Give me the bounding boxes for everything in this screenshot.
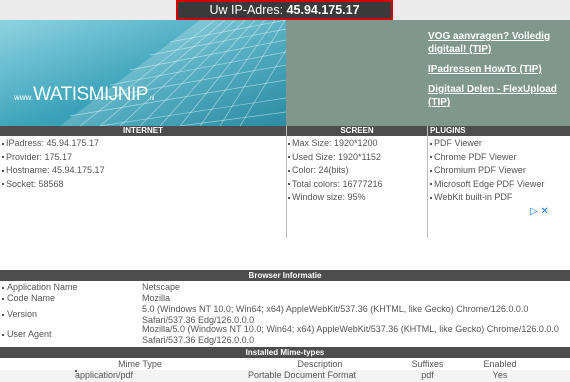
list-item: Microsoft Edge PDF Viewer xyxy=(430,178,544,192)
mime-enabled-cell: Yes xyxy=(492,370,508,380)
mime-suffix-cell: pdf xyxy=(421,370,434,380)
table-row: Application Name Netscape xyxy=(0,282,570,293)
row-value: 5.0 (Windows NT 10.0; Win64; x64) AppleW… xyxy=(142,304,529,325)
mime-type-cell: application/pdf xyxy=(75,370,134,380)
list-item: Hostname: 45.94.175.17 xyxy=(2,164,105,178)
row-key: Application Name xyxy=(7,282,78,292)
ip-label: Uw IP-Adres: xyxy=(209,3,284,17)
internet-header: INTERNET xyxy=(0,126,286,136)
link-ip-howto[interactable]: IPadressen HowTo (TIP) xyxy=(428,63,570,76)
list-item: WebKit built-in PDF xyxy=(430,191,544,205)
list-item: Color: 24(bits) xyxy=(288,164,383,178)
table-row: Code Name Mozilla xyxy=(0,293,570,304)
ip-address-banner: Uw IP-Adres: 45.94.175.17 xyxy=(176,0,393,20)
list-item: Window size: 95% xyxy=(288,191,383,205)
list-item: Socket: 58568 xyxy=(2,178,105,192)
list-item: PDF Viewer xyxy=(430,137,544,151)
column-header: Enabled xyxy=(483,359,517,369)
column-divider xyxy=(427,126,428,238)
internet-list: IPadress: 45.94.175.17 Provider: 175.17 … xyxy=(2,137,105,191)
list-item: IPadress: 45.94.175.17 xyxy=(2,137,105,151)
building-graphic-icon xyxy=(60,20,286,126)
logo-name: WATISMIJNIP xyxy=(33,84,148,105)
row-key: User Agent xyxy=(7,329,52,339)
column-divider xyxy=(286,126,287,238)
list-item: Chromium PDF Viewer xyxy=(430,164,544,178)
browser-info-header: Browser Informatie xyxy=(0,270,570,281)
link-vog[interactable]: VOG aanvragen? Volledig digitaal! (TIP) xyxy=(428,30,570,56)
row-key: Code Name xyxy=(7,293,56,303)
table-row: User Agent Mozilla/5.0 (Windows NT 10.0;… xyxy=(0,324,570,345)
tip-links: VOG aanvragen? Volledig digitaal! (TIP) … xyxy=(428,30,570,116)
table-row: Version 5.0 (Windows NT 10.0; Win64; x64… xyxy=(0,304,570,325)
plugins-header: PLUGINS xyxy=(428,126,570,136)
row-key: Version xyxy=(7,309,38,319)
list-item: Used Size: 1920*1152 xyxy=(288,151,383,165)
row-value: Mozilla/5.0 (Windows NT 10.0; Win64; x64… xyxy=(142,324,559,345)
table-row: application/pdf Portable Document Format… xyxy=(0,370,570,382)
hero-image: www.WATISMIJNIP.nl xyxy=(0,20,286,126)
row-value: Netscape xyxy=(142,282,181,292)
top-bar: Uw IP-Adres: 45.94.175.17 xyxy=(0,0,570,20)
screen-header: SCREEN xyxy=(287,126,427,136)
plugins-list: PDF Viewer Chrome PDF Viewer Chromium PD… xyxy=(430,137,544,205)
column-header: Mime Type xyxy=(118,359,162,369)
list-item: Provider: 175.17 xyxy=(2,151,105,165)
screen-list: Max Size: 1920*1200 Used Size: 1920*1152… xyxy=(288,137,383,205)
site-logo[interactable]: www.WATISMIJNIP.nl xyxy=(14,84,154,106)
row-value: Mozilla xyxy=(142,293,171,303)
ad-choices-icon[interactable]: ▷ ✕ xyxy=(530,206,549,217)
mime-types-header: Installed Mime-types xyxy=(0,347,570,358)
list-item: Total colors: 16777216 xyxy=(288,178,383,192)
list-item: Max Size: 1920*1200 xyxy=(288,137,383,151)
mime-column-headers: Mime Type Description Suffixes Enabled xyxy=(0,359,570,370)
logo-tld: .nl xyxy=(147,96,155,102)
column-header: Description xyxy=(297,359,343,369)
list-item: Chrome PDF Viewer xyxy=(430,151,544,165)
ip-value: 45.94.175.17 xyxy=(286,3,360,17)
column-header: Suffixes xyxy=(411,359,444,369)
mime-description-cell: Portable Document Format xyxy=(248,370,357,380)
logo-www: www. xyxy=(14,93,34,102)
link-flexupload[interactable]: Digitaal Delen - FlexUpload (TIP) xyxy=(428,83,570,109)
